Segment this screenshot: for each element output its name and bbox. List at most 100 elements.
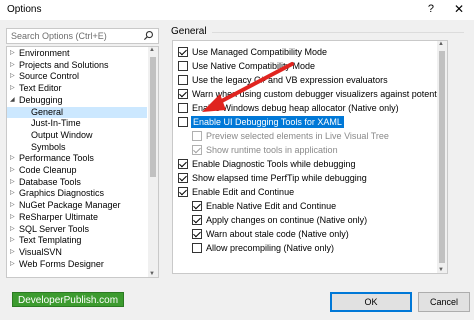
expand-icon[interactable]: ▷ xyxy=(10,177,15,189)
option-label: Enable Diagnostic Tools while debugging xyxy=(192,159,356,169)
help-button[interactable]: ? xyxy=(428,3,434,15)
tree-item-output-window[interactable]: Output Window xyxy=(7,130,147,142)
tree-item-label: Code Cleanup xyxy=(19,165,77,175)
tree-item-web-forms-designer[interactable]: ▷ Web Forms Designer xyxy=(7,259,147,271)
expand-icon[interactable]: ▷ xyxy=(10,235,15,247)
tree-item-label: Performance Tools xyxy=(19,153,94,164)
scroll-up-icon[interactable]: ▲ xyxy=(149,47,155,53)
option-label: Enable UI Debugging Tools for XAML xyxy=(191,116,344,128)
checkbox[interactable] xyxy=(178,89,188,99)
checkbox[interactable] xyxy=(192,145,202,155)
expand-icon[interactable]: ▷ xyxy=(10,259,15,271)
checkbox[interactable] xyxy=(178,187,188,197)
expand-icon[interactable]: ▷ xyxy=(10,247,15,259)
tree-item-label: Database Tools xyxy=(19,176,81,187)
expand-icon[interactable]: ▷ xyxy=(10,153,15,165)
tree-item-general[interactable]: General xyxy=(7,106,147,119)
tree-item-debugging[interactable]: ◢ Debugging xyxy=(7,95,147,107)
option-label: Use the legacy C# and VB expression eval… xyxy=(192,75,388,85)
section-divider xyxy=(212,32,464,33)
option-label: Warn about stale code (Native only) xyxy=(206,229,349,239)
watermark-badge: DeveloperPublish.com xyxy=(12,292,125,307)
options-scrollbar[interactable]: ▲ ▼ xyxy=(437,41,447,273)
tree-item-label: Just-In-Time xyxy=(31,118,81,129)
tree-item-projects-and-solutions[interactable]: ▷ Projects and Solutions xyxy=(7,60,147,72)
expand-icon[interactable]: ▷ xyxy=(10,48,15,60)
tree-item-graphics-diagnostics[interactable]: ▷ Graphics Diagnostics xyxy=(7,188,147,200)
expand-icon[interactable]: ▷ xyxy=(10,188,15,200)
option-label: Preview selected elements in Live Visual… xyxy=(206,131,389,141)
tree-item-label: Projects and Solutions xyxy=(19,59,109,70)
search-input[interactable]: Search Options (Ctrl+E) xyxy=(6,28,159,44)
tree-item-label: Environment xyxy=(19,48,70,58)
scroll-down-icon[interactable]: ▼ xyxy=(438,267,444,273)
tree-item-label: Graphics Diagnostics xyxy=(19,188,105,199)
tree-item-label: NuGet Package Manager xyxy=(19,200,121,211)
tree-item-sql-server-tools[interactable]: ▷ SQL Server Tools xyxy=(7,224,147,236)
tree-item-label: Text Editor xyxy=(19,83,62,94)
ok-button[interactable]: OK xyxy=(330,292,412,312)
scrollbar-thumb[interactable] xyxy=(150,57,156,177)
tree-item-symbols[interactable]: Symbols xyxy=(7,142,147,154)
option-label: Show runtime tools in application xyxy=(206,145,338,155)
tree-item-nuget-package-manager[interactable]: ▷ NuGet Package Manager xyxy=(7,200,147,212)
tree-item-text-editor[interactable]: ▷ Text Editor xyxy=(7,83,147,95)
option-label: Use Managed Compatibility Mode xyxy=(192,47,328,57)
option-label: Apply changes on continue (Native only) xyxy=(206,215,368,225)
tree-item-label: Source Control xyxy=(19,71,80,82)
option-label: Enable Edit and Continue xyxy=(192,187,295,197)
checkbox[interactable] xyxy=(178,47,188,57)
expand-icon[interactable]: ▷ xyxy=(10,200,15,212)
tree-item-performance-tools[interactable]: ▷ Performance Tools xyxy=(7,153,147,165)
tree-item-label: VisualSVN xyxy=(19,246,62,257)
tree-item-label: Text Templating xyxy=(19,235,82,246)
expand-icon[interactable]: ▷ xyxy=(10,165,15,177)
option-label: Enable Native Edit and Continue xyxy=(206,201,337,211)
tree-item-label: General xyxy=(31,106,64,117)
collapse-icon[interactable]: ◢ xyxy=(10,95,15,107)
checkbox[interactable] xyxy=(192,229,202,239)
tree-item-resharper-ultimate[interactable]: ▷ ReSharper Ultimate xyxy=(7,212,147,224)
checkbox[interactable] xyxy=(178,103,188,113)
tree-item-visualsvn[interactable]: ▷ VisualSVN xyxy=(7,247,147,259)
expand-icon[interactable]: ▷ xyxy=(10,71,15,83)
tree-item-label: Debugging xyxy=(19,94,63,105)
cancel-button[interactable]: Cancel xyxy=(418,292,470,312)
tree-item-label: Web Forms Designer xyxy=(19,258,104,269)
expand-icon[interactable]: ▷ xyxy=(10,212,15,224)
option-label: Show elapsed time PerfTip while debuggin… xyxy=(192,173,367,183)
tree-scrollbar[interactable]: ▲ ▼ xyxy=(148,47,158,277)
checkbox[interactable] xyxy=(192,131,202,141)
tree-item-database-tools[interactable]: ▷ Database Tools xyxy=(7,177,147,189)
tree-item-label: Symbols xyxy=(31,141,66,152)
checkbox[interactable] xyxy=(192,215,202,225)
window-title: Options xyxy=(7,4,42,15)
tree-item-text-templating[interactable]: ▷ Text Templating xyxy=(7,235,147,247)
checkbox[interactable] xyxy=(178,75,188,85)
tree-item-source-control[interactable]: ▷ Source Control xyxy=(7,71,147,83)
close-button[interactable]: ✕ xyxy=(454,2,464,16)
tree-item-label: Output Window xyxy=(31,129,93,140)
tree-item-environment[interactable]: ▷ Environment xyxy=(7,48,147,60)
scroll-up-icon[interactable]: ▲ xyxy=(438,41,444,47)
option-label: Allow precompiling (Native only) xyxy=(206,243,335,253)
title-bar: Options ? ✕ xyxy=(0,0,474,20)
options-panel: Use Managed Compatibility Mode Use Nativ… xyxy=(172,40,448,274)
option-label: Warn when using custom debugger visualiz… xyxy=(192,89,448,99)
expand-icon[interactable]: ▷ xyxy=(10,60,15,72)
checkbox[interactable] xyxy=(192,243,202,253)
checkbox[interactable] xyxy=(178,117,188,127)
scrollbar-thumb[interactable] xyxy=(439,51,445,263)
checkbox[interactable] xyxy=(178,159,188,169)
scroll-down-icon[interactable]: ▼ xyxy=(149,271,155,277)
checkbox[interactable] xyxy=(192,201,202,211)
tree-item-code-cleanup[interactable]: ▷ Code Cleanup xyxy=(7,165,147,177)
checkbox[interactable] xyxy=(178,61,188,71)
checkbox[interactable] xyxy=(178,173,188,183)
search-placeholder: Search Options (Ctrl+E) xyxy=(11,31,107,41)
tree-item-just-in-time[interactable]: Just-In-Time xyxy=(7,118,147,130)
expand-icon[interactable]: ▷ xyxy=(10,83,15,95)
options-tree[interactable]: ▷ Environment ▷ Projects and Solutions ▷ So… xyxy=(6,46,159,278)
expand-icon[interactable]: ▷ xyxy=(10,224,15,236)
search-icon xyxy=(143,31,153,41)
